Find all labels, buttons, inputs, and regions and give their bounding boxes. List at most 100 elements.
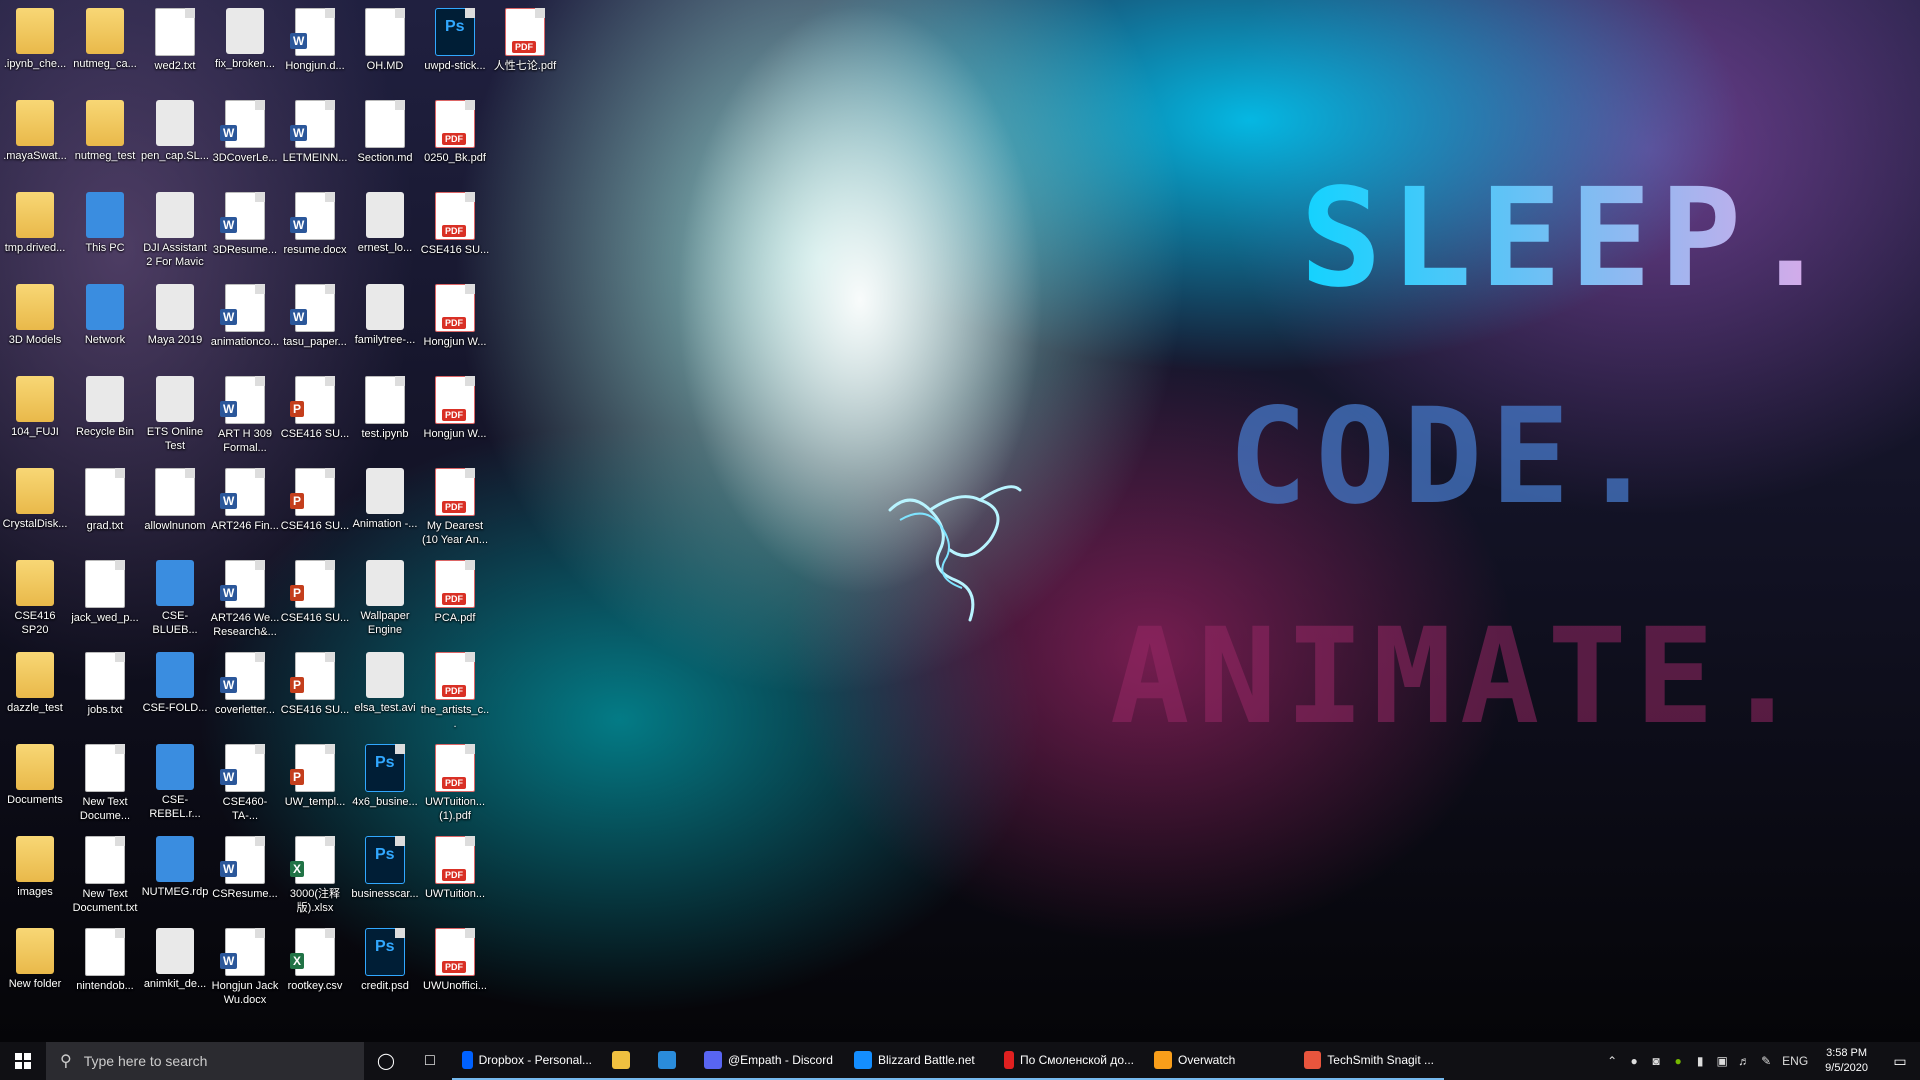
desktop-icon[interactable]: New Text Docume... — [70, 740, 140, 832]
desktop-icon[interactable]: ETS Online Test — [140, 372, 210, 464]
taskbar-app-button[interactable]: @Empath - Discord — [694, 1042, 844, 1080]
desktop-icon[interactable]: P CSE416 SU... — [280, 648, 350, 740]
desktop-icon[interactable]: PDF UWTuition... (1).pdf — [420, 740, 490, 832]
desktop-icon[interactable]: CrystalDisk... — [0, 464, 70, 556]
pen-icon[interactable]: ✎ — [1755, 1054, 1777, 1068]
desktop-icon[interactable]: New folder — [0, 924, 70, 1016]
desktop-icon[interactable]: Section.md — [350, 96, 420, 188]
taskbar-app-button[interactable] — [648, 1042, 694, 1080]
microphone-icon[interactable]: ● — [1623, 1054, 1645, 1068]
desktop-icon[interactable]: NUTMEG.rdp — [140, 832, 210, 924]
desktop-icon[interactable]: W 3DCoverLe... — [210, 96, 280, 188]
desktop-icon[interactable]: ernest_lo... — [350, 188, 420, 280]
desktop-icon[interactable]: jack_wed_p... — [70, 556, 140, 648]
desktop-icon[interactable]: PDF My Dearest (10 Year An... — [420, 464, 490, 556]
desktop-icon[interactable]: test.ipynb — [350, 372, 420, 464]
desktop-icon[interactable]: Ps 4x6_busine... — [350, 740, 420, 832]
cortana-button[interactable]: ◯ — [364, 1042, 408, 1080]
desktop-icon[interactable]: nintendob... — [70, 924, 140, 1016]
desktop-icon[interactable]: nutmeg_test — [70, 96, 140, 188]
taskbar-app-button[interactable]: TechSmith Snagit ... — [1294, 1042, 1444, 1080]
taskbar-app-button[interactable]: Dropbox - Personal... — [452, 1042, 602, 1080]
desktop-icon[interactable]: W ART246 We... Research&... — [210, 556, 280, 648]
desktop-icon[interactable]: allowlnunom — [140, 464, 210, 556]
nvidia-icon[interactable]: ● — [1667, 1054, 1689, 1068]
taskbar-app-button[interactable] — [602, 1042, 648, 1080]
desktop-icon[interactable]: Ps credit.psd — [350, 924, 420, 1016]
desktop-icon[interactable]: Maya 2019 — [140, 280, 210, 372]
desktop-icon[interactable]: Documents — [0, 740, 70, 832]
desktop-icon[interactable]: PDF 0250_Bk.pdf — [420, 96, 490, 188]
desktop-icon[interactable]: P CSE416 SU... — [280, 372, 350, 464]
desktop-icon[interactable]: fix_broken... — [210, 4, 280, 96]
desktop-icon[interactable]: Ps uwpd-stick... — [420, 4, 490, 96]
desktop-icon[interactable]: wed2.txt — [140, 4, 210, 96]
desktop-icon[interactable]: grad.txt — [70, 464, 140, 556]
desktop-icon[interactable]: CSE-FOLD... — [140, 648, 210, 740]
taskbar-app-button[interactable]: Blizzard Battle.net — [844, 1042, 994, 1080]
taskbar-search-box[interactable]: ⚲ Type here to search — [46, 1042, 364, 1080]
desktop-icon[interactable]: animkit_de... — [140, 924, 210, 1016]
desktop-icon[interactable]: PDF CSE416 SU... — [420, 188, 490, 280]
desktop-icon[interactable]: CSE-BLUEB... — [140, 556, 210, 648]
desktop-icon[interactable]: .mayaSwat... — [0, 96, 70, 188]
task-view-button[interactable]: □ — [408, 1042, 452, 1080]
desktop-icon[interactable]: PDF UWUnoffici... — [420, 924, 490, 1016]
desktop-icon[interactable]: CSE416 SP20 — [0, 556, 70, 648]
desktop-icon[interactable]: OH.MD — [350, 4, 420, 96]
desktop-icon[interactable]: dazzle_test — [0, 648, 70, 740]
desktop-icon[interactable]: PDF the_artists_c... — [420, 648, 490, 740]
desktop-icon[interactable]: pen_cap.SL... — [140, 96, 210, 188]
language-indicator[interactable]: ENG — [1777, 1054, 1813, 1068]
desktop-icon[interactable]: DJI Assistant 2 For Mavic — [140, 188, 210, 280]
volume-icon[interactable]: ♬ — [1733, 1054, 1755, 1068]
desktop-icon[interactable]: Wresume.docx — [280, 188, 350, 280]
desktop-icon[interactable]: W Hongjun Jack Wu.docx — [210, 924, 280, 1016]
desktop-icon[interactable]: W LETMEINN... — [280, 96, 350, 188]
desktop-icon[interactable]: 104_FUJI — [0, 372, 70, 464]
desktop-icon[interactable]: W Hongjun.d... — [280, 4, 350, 96]
desktop-icon[interactable]: W ART H 309 Formal... — [210, 372, 280, 464]
desktop-icon[interactable]: Wallpaper Engine — [350, 556, 420, 648]
taskbar-clock[interactable]: 3:58 PM 9/5/2020 — [1813, 1046, 1880, 1076]
desktop-icon[interactable]: New Text Document.txt — [70, 832, 140, 924]
desktop-icon[interactable]: Network — [70, 280, 140, 372]
headset-icon[interactable]: ◙ — [1645, 1054, 1667, 1068]
chevron-up-icon[interactable]: ⌃ — [1601, 1054, 1623, 1068]
desktop-icon[interactable]: P CSE416 SU... — [280, 464, 350, 556]
desktop-icon[interactable]: nutmeg_ca... — [70, 4, 140, 96]
desktop-icon[interactable]: PDF PCA.pdf — [420, 556, 490, 648]
desktop-icon[interactable]: P CSE416 SU... — [280, 556, 350, 648]
desktop-icon[interactable]: Wcoverletter... — [210, 648, 280, 740]
start-button[interactable] — [0, 1042, 46, 1080]
desktop-icon[interactable]: W 3DResume... — [210, 188, 280, 280]
network-icon[interactable]: ▣ — [1711, 1054, 1733, 1068]
desktop-icon[interactable]: W ART246 Fin... — [210, 464, 280, 556]
desktop-icon[interactable]: PDF UWTuition... — [420, 832, 490, 924]
taskbar-app-button[interactable]: Overwatch — [1144, 1042, 1294, 1080]
desktop-icon[interactable]: P UW_templ... — [280, 740, 350, 832]
desktop-icon[interactable]: Wtasu_paper... — [280, 280, 350, 372]
desktop-icon[interactable]: Recycle Bin — [70, 372, 140, 464]
desktop-icon[interactable]: CSE-REBEL.r... — [140, 740, 210, 832]
desktop-icon[interactable]: 3D Models — [0, 280, 70, 372]
desktop-icon[interactable]: images — [0, 832, 70, 924]
desktop-icon[interactable]: Animation -... — [350, 464, 420, 556]
desktop-icon[interactable]: elsa_test.avi — [350, 648, 420, 740]
action-center-icon[interactable]: ▭ — [1880, 1053, 1920, 1070]
desktop-icon[interactable]: jobs.txt — [70, 648, 140, 740]
desktop-icon[interactable]: PDF Hongjun W... — [420, 280, 490, 372]
desktop-icon[interactable]: This PC — [70, 188, 140, 280]
taskbar-app-button[interactable]: По Смоленской до... — [994, 1042, 1144, 1080]
desktop-icon[interactable]: W CSResume... — [210, 832, 280, 924]
desktop-icon[interactable]: X 3000(注释版).xlsx — [280, 832, 350, 924]
desktop-icon[interactable]: Wanimationco... — [210, 280, 280, 372]
desktop-icon[interactable]: .ipynb_che... — [0, 4, 70, 96]
desktop-icon[interactable]: W CSE460-TA-... — [210, 740, 280, 832]
desktop-icon[interactable]: Xrootkey.csv — [280, 924, 350, 1016]
desktop-icon[interactable]: PDF 人性七论.pdf — [490, 4, 560, 96]
desktop-icon[interactable]: familytree-... — [350, 280, 420, 372]
desktop-icon[interactable]: Ps businesscar... — [350, 832, 420, 924]
desktop-icon[interactable]: PDF Hongjun W... — [420, 372, 490, 464]
desktop-icon[interactable]: tmp.drived... — [0, 188, 70, 280]
